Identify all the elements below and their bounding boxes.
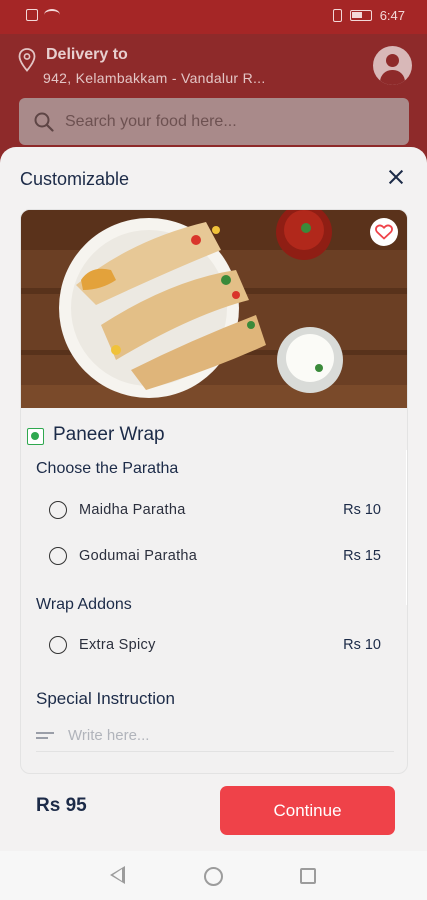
option-label: Maidha Paratha <box>79 502 186 518</box>
item-name: Paneer Wrap <box>53 424 165 445</box>
close-icon[interactable] <box>386 167 406 187</box>
app-header: Delivery to 942, Kelambakkam - Vandalur … <box>0 34 427 154</box>
special-instruction-input[interactable] <box>68 727 368 744</box>
continue-button[interactable]: Continue <box>220 786 395 835</box>
favorite-button[interactable] <box>370 218 398 246</box>
veg-indicator-icon <box>27 428 44 445</box>
delivery-address[interactable]: 942, Kelambakkam - Vandalur R... <box>43 70 266 86</box>
radio-button[interactable] <box>49 636 67 654</box>
radio-button[interactable] <box>49 547 67 565</box>
option-price: Rs 10 <box>343 637 381 653</box>
option-extra-spicy[interactable]: Extra Spicy Rs 10 <box>49 633 381 657</box>
scrollbar[interactable] <box>406 450 407 605</box>
delivery-label[interactable]: Delivery to <box>46 46 128 64</box>
recent-apps-icon[interactable] <box>300 868 316 884</box>
option-price: Rs 10 <box>343 502 381 518</box>
customize-sheet: Customizable Paneer Wrap Choose the Para… <box>0 147 427 851</box>
vibrate-icon <box>332 9 342 22</box>
option-godumai-paratha[interactable]: Godumai Paratha Rs 15 <box>49 544 381 568</box>
search-input[interactable] <box>65 112 385 131</box>
avatar-head-shape <box>386 54 399 67</box>
search-icon <box>34 112 54 132</box>
option-label: Godumai Paratha <box>79 548 198 564</box>
sim-card-icon <box>26 9 38 21</box>
home-icon[interactable] <box>204 867 223 886</box>
heart-icon <box>375 224 393 240</box>
system-nav-bar <box>0 851 427 900</box>
section-title-addons: Wrap Addons <box>36 596 132 613</box>
avatar-body-shape <box>380 70 405 85</box>
search-bar[interactable] <box>19 98 409 145</box>
special-instruction-title: Special Instruction <box>36 689 175 708</box>
sheet-title: Customizable <box>20 169 130 189</box>
notes-icon <box>36 731 54 741</box>
special-instruction-field[interactable] <box>36 720 394 752</box>
total-price: Rs 95 <box>36 795 87 816</box>
option-label: Extra Spicy <box>79 637 156 653</box>
location-pin-icon <box>18 48 36 72</box>
back-icon[interactable] <box>110 866 125 884</box>
wifi-icon <box>44 9 60 21</box>
section-title-paratha: Choose the Paratha <box>36 460 179 477</box>
food-image <box>21 210 407 408</box>
item-card: Paneer Wrap Choose the Paratha Maidha Pa… <box>20 209 408 774</box>
option-price: Rs 15 <box>343 548 381 564</box>
radio-button[interactable] <box>49 501 67 519</box>
status-bar: 6:47 <box>0 0 427 34</box>
status-time: 6:47 <box>379 8 405 23</box>
battery-icon <box>349 10 372 21</box>
profile-avatar[interactable] <box>373 46 412 85</box>
option-maidha-paratha[interactable]: Maidha Paratha Rs 10 <box>49 498 381 522</box>
